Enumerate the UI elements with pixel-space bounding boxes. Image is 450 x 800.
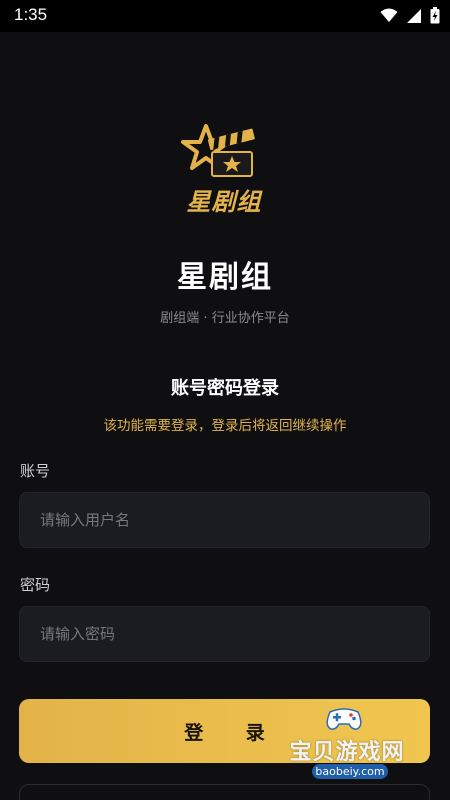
account-label: 账号: [20, 462, 51, 480]
secondary-button-edge[interactable]: [19, 784, 430, 800]
app-logo: 星剧组: [176, 122, 272, 218]
password-label: 密码: [20, 576, 51, 594]
login-screen: 1:35 星剧组 星剧组 剧组端 · 行业协作平台 账号密码登录 该功能需要登录…: [0, 0, 450, 800]
login-heading: 账号密码登录: [171, 378, 279, 399]
login-notice: 该功能需要登录，登录后将返回继续操作: [103, 418, 347, 434]
status-icons: [380, 7, 440, 24]
status-bar: 1:35: [0, 0, 450, 32]
wifi-icon: [380, 8, 398, 22]
signal-icon: [407, 8, 421, 23]
app-title: 星剧组: [177, 260, 273, 295]
account-input[interactable]: [19, 492, 430, 548]
logo-wordmark: 星剧组: [186, 188, 262, 216]
app-tagline: 剧组端 · 行业协作平台: [160, 311, 290, 326]
battery-icon: [430, 7, 440, 24]
watermark-url: baobeiy.com: [312, 764, 388, 779]
login-button[interactable]: 登 录: [19, 699, 430, 763]
password-input[interactable]: [19, 606, 430, 662]
status-time: 1:35: [14, 5, 48, 24]
